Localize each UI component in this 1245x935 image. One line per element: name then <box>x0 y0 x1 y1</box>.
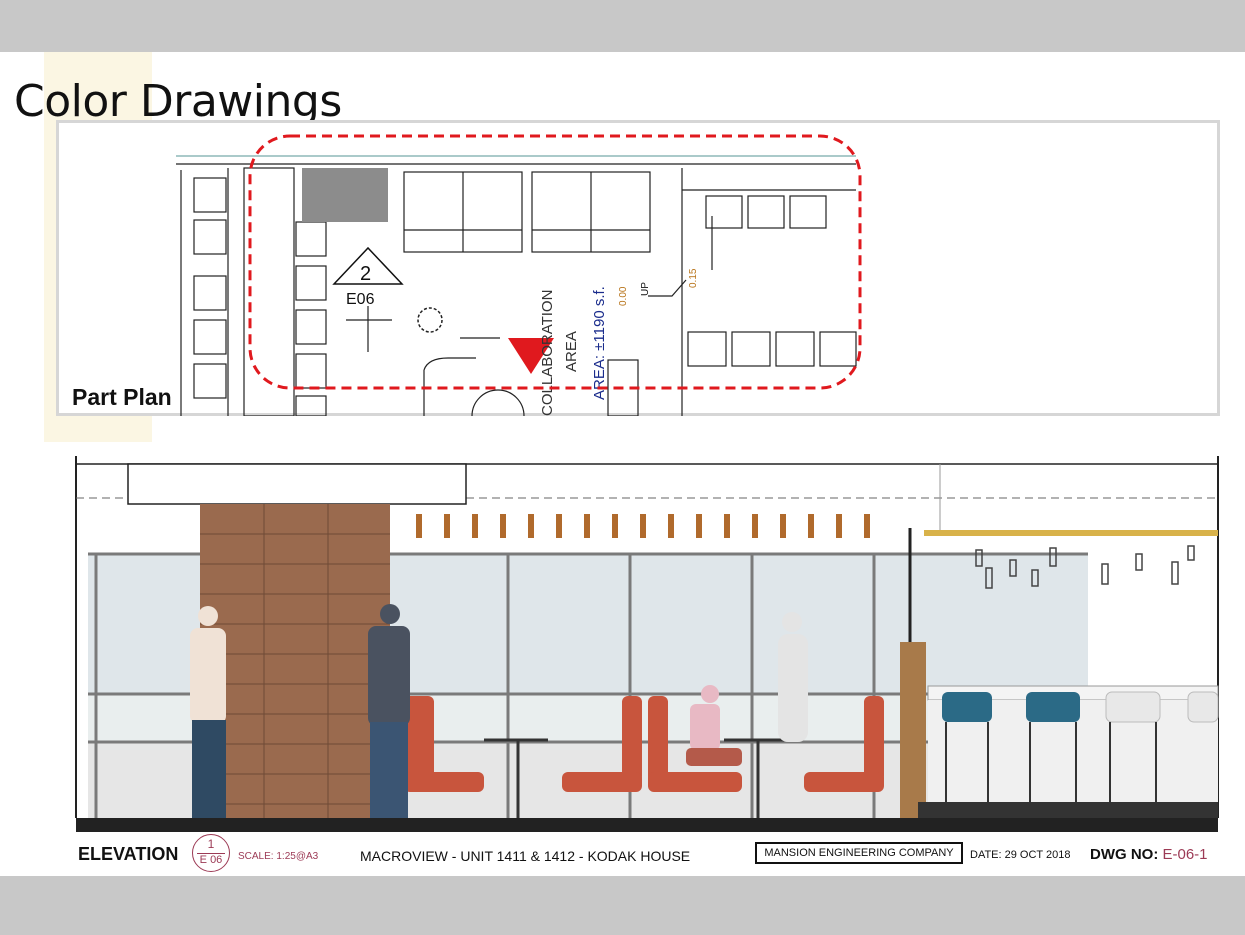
section-marker-number: 2 <box>360 263 371 285</box>
elevation-tag-sheet: E 06 <box>199 854 223 866</box>
elevation-label: ELEVATION <box>78 844 179 864</box>
drawing-number: DWG NO: E-06-1 <box>1090 846 1208 863</box>
part-plan-label: Part Plan <box>72 384 172 410</box>
drawing-number-value: E-06-1 <box>1162 846 1208 863</box>
room-name-line2: AREA <box>563 331 580 372</box>
elevation-drawing <box>75 456 1219 832</box>
top-band <box>0 0 1245 52</box>
elevation-tag: 1 E 06 <box>192 834 230 872</box>
brick-column <box>200 504 390 818</box>
room-name-line1: COLLABORATION <box>539 290 556 416</box>
up-label: UP <box>640 282 651 296</box>
level-marker-2: 0.15 <box>688 268 699 288</box>
part-plan-drawing: 2 E06 COLLABORATION AREA AREA: ±1190 s.f… <box>176 134 862 416</box>
section-marker-sheet: E06 <box>346 291 375 308</box>
level-marker-1: 0.00 <box>618 286 629 306</box>
elevation-title-block: ELEVATION 1 E 06 SCALE: 1:25@A3 MACROVIE… <box>48 832 1240 876</box>
bottom-band <box>0 876 1245 935</box>
drawing-number-label: DWG NO: <box>1090 846 1159 863</box>
project-name: MACROVIEW - UNIT 1411 & 1412 - KODAK HOU… <box>360 848 691 864</box>
drawing-date: DATE: 29 OCT 2018 <box>970 849 1071 861</box>
company-name: MANSION ENGINEERING COMPANY <box>755 842 963 864</box>
scale-text: SCALE: 1:25@A3 <box>238 851 319 862</box>
elevation-tag-number: 1 <box>207 837 215 851</box>
room-area-text: AREA: ±1190 s.f. <box>591 286 608 400</box>
